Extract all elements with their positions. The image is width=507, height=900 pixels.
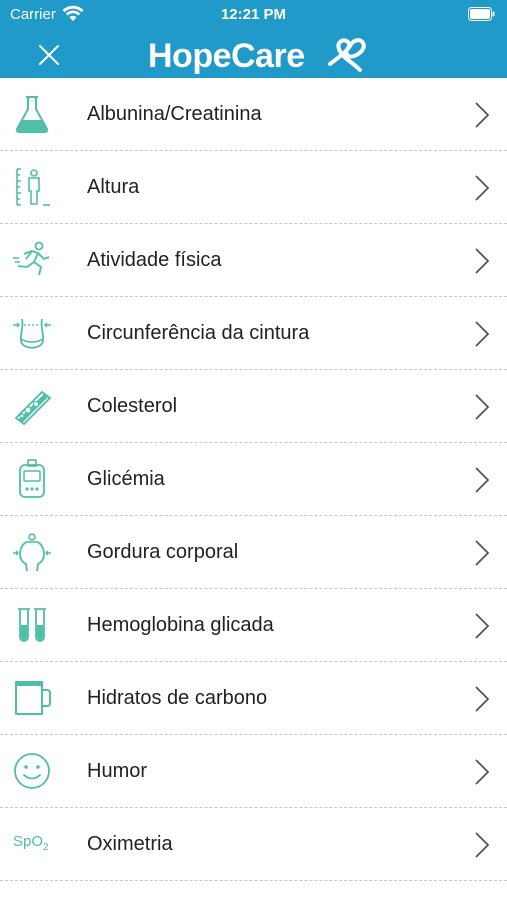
close-icon[interactable]: [36, 42, 62, 68]
chevron-right-icon: [475, 394, 489, 420]
item-label: Altura: [87, 176, 140, 198]
status-bar: Carrier 12:21 PM: [0, 0, 507, 30]
logo-text: HopeCare: [148, 37, 305, 75]
list-item-circunferencia-cintura[interactable]: Circunferência da cintura: [0, 297, 507, 370]
item-label: Hemoglobina glicada: [87, 614, 274, 636]
chevron-right-icon: [475, 759, 489, 785]
battery-icon: [468, 7, 495, 21]
status-time: 12:21 PM: [220, 6, 287, 23]
spo2-icon-text: SpO: [13, 833, 44, 850]
list-item-atividade-fisica[interactable]: Atividade física: [0, 224, 507, 297]
cup-icon: [15, 681, 51, 715]
chevron-right-icon: [475, 613, 489, 639]
body-fat-icon: [13, 533, 51, 572]
list-item-hidratos-carbono[interactable]: Hidratos de carbono: [0, 662, 507, 735]
item-label: Hidratos de carbono: [87, 687, 268, 709]
list-item-oximetria[interactable]: SpO2 Oximetria: [0, 808, 507, 881]
chevron-right-icon: [475, 467, 489, 493]
chevron-right-icon: [475, 175, 489, 201]
spo2-icon-subscript: 2: [43, 842, 49, 853]
list-item-humor[interactable]: Humor: [0, 735, 507, 808]
item-label: Atividade física: [87, 249, 222, 271]
glucometer-icon: [19, 459, 45, 498]
list-item-hemoglobina-glicada[interactable]: Hemoglobina glicada: [0, 589, 507, 662]
nav-bar: HopeCare: [0, 30, 507, 78]
item-label: Colesterol: [87, 395, 178, 417]
item-label: Glicémia: [87, 468, 165, 490]
app-logo: HopeCare: [148, 36, 368, 76]
smiley-icon: [14, 753, 50, 789]
measurement-list: Albunina/Creatinina Altura Atividade fís…: [0, 78, 507, 881]
chevron-right-icon: [475, 686, 489, 712]
flask-icon: [15, 96, 49, 133]
spo2-icon: SpO2: [13, 833, 49, 853]
height-icon: [16, 168, 50, 206]
test-tubes-icon: [18, 608, 46, 642]
list-item-colesterol[interactable]: Colesterol: [0, 370, 507, 443]
item-label: Humor: [87, 760, 148, 782]
heart-logo-icon: [328, 38, 366, 72]
list-item-albunina-creatinina[interactable]: Albunina/Creatinina: [0, 78, 507, 151]
item-label: Oximetria: [87, 833, 173, 855]
waist-icon: [13, 318, 51, 349]
cholesterol-icon: [14, 390, 52, 426]
list-item-gordura-corporal[interactable]: Gordura corporal: [0, 516, 507, 589]
chevron-right-icon: [475, 102, 489, 128]
running-icon: [13, 241, 50, 276]
chevron-right-icon: [475, 540, 489, 566]
item-label: Albunina/Creatinina: [87, 103, 262, 125]
chevron-right-icon: [475, 832, 489, 858]
chevron-right-icon: [475, 321, 489, 347]
list-item-altura[interactable]: Altura: [0, 151, 507, 224]
item-label: Gordura corporal: [87, 541, 239, 563]
list-item-glicemia[interactable]: Glicémia: [0, 443, 507, 516]
item-label: Circunferência da cintura: [87, 322, 310, 344]
chevron-right-icon: [475, 248, 489, 274]
